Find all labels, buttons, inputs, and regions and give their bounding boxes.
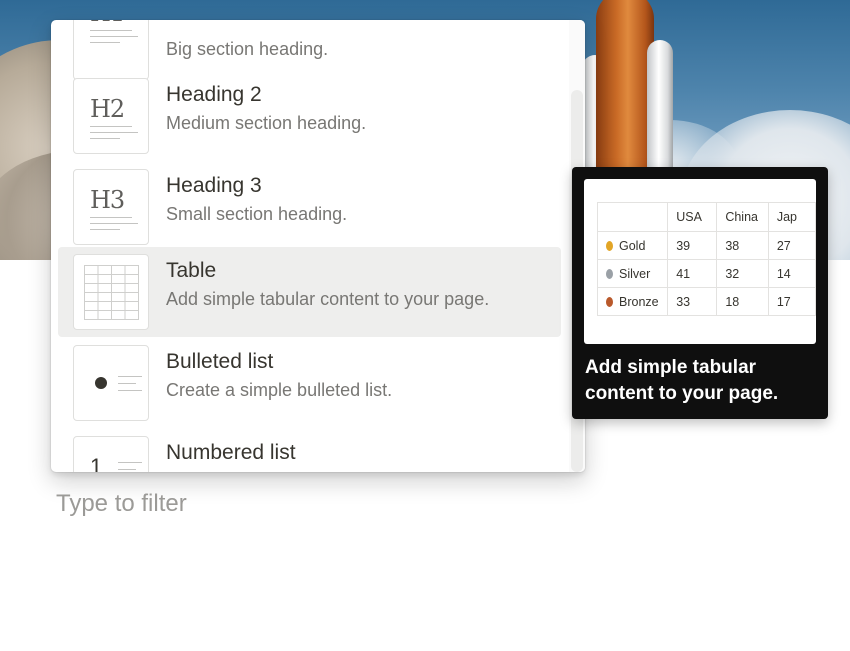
preview-table-cell: 33 xyxy=(667,287,718,316)
block-preview-tooltip: USA China Jap Gold 39 38 27 Silver 41 32… xyxy=(572,167,828,419)
preview-table-cell: China xyxy=(716,202,769,232)
menu-item-table[interactable]: Table Add simple tabular content to your… xyxy=(58,247,561,337)
menu-item-heading-3[interactable]: H3 Heading 3 Small section heading. xyxy=(58,162,561,252)
preview-table-cell: Jap xyxy=(767,202,816,232)
menu-item-numbered-list[interactable]: 1 Numbered list xyxy=(58,429,561,472)
silver-medal-icon xyxy=(606,268,613,279)
preview-table-cell: USA xyxy=(667,202,718,232)
menu-item-title: Bulleted list xyxy=(166,350,274,373)
preview-table-cell: 27 xyxy=(767,231,816,260)
heading-3-icon: H3 xyxy=(73,169,149,245)
preview-table-cell xyxy=(596,202,669,232)
menu-item-title: Heading 2 xyxy=(166,83,262,106)
menu-item-description: Small section heading. xyxy=(166,204,348,224)
preview-table-cell: Gold xyxy=(596,231,669,260)
menu-item-title: Numbered list xyxy=(166,441,296,464)
heading-2-icon: H2 xyxy=(73,78,149,154)
preview-description: Add simple tabular content to your page. xyxy=(585,357,779,404)
preview-table-header-row: USA China Jap xyxy=(596,202,816,232)
menu-item-description: Big section heading. xyxy=(166,39,329,59)
menu-item-description: Create a simple bulleted list. xyxy=(166,380,393,400)
preview-table-cell: Silver xyxy=(596,259,669,288)
preview-table-cell: 41 xyxy=(667,259,718,288)
menu-item-description: Medium section heading. xyxy=(166,113,367,133)
type-to-filter-placeholder[interactable]: Type to filter xyxy=(56,490,187,518)
preview-table: USA China Jap Gold 39 38 27 Silver 41 32… xyxy=(596,202,816,316)
block-type-menu: H1 Big section heading. H2 Heading 2 Med… xyxy=(51,20,585,472)
preview-table-cell: 38 xyxy=(716,231,769,260)
preview-table-row: Silver 41 32 14 xyxy=(596,259,816,288)
menu-item-title: Heading 3 xyxy=(166,174,262,197)
table-preview-card: USA China Jap Gold 39 38 27 Silver 41 32… xyxy=(584,179,816,344)
cover-rocket-tank xyxy=(596,0,654,190)
preview-table-row: Bronze 33 18 17 xyxy=(596,287,816,316)
table-icon xyxy=(73,254,149,330)
menu-item-title: Table xyxy=(166,259,217,282)
preview-table-cell: 17 xyxy=(767,287,816,316)
preview-table-row: Gold 39 38 27 xyxy=(596,231,816,260)
preview-table-cell: 32 xyxy=(716,259,769,288)
block-type-list: H1 Big section heading. H2 Heading 2 Med… xyxy=(51,20,569,472)
preview-table-cell: 18 xyxy=(716,287,769,316)
bulleted-list-icon xyxy=(73,345,149,421)
menu-item-heading-2[interactable]: H2 Heading 2 Medium section heading. xyxy=(58,71,561,161)
menu-item-bulleted-list[interactable]: Bulleted list Create a simple bulleted l… xyxy=(58,338,561,428)
bronze-medal-icon xyxy=(606,296,613,307)
numbered-list-icon: 1 xyxy=(73,436,149,472)
preview-table-cell: 39 xyxy=(667,231,718,260)
gold-medal-icon xyxy=(606,240,613,251)
preview-table-cell: 14 xyxy=(767,259,816,288)
preview-table-cell: Bronze xyxy=(596,287,669,316)
menu-item-description: Add simple tabular content to your page. xyxy=(166,289,490,309)
